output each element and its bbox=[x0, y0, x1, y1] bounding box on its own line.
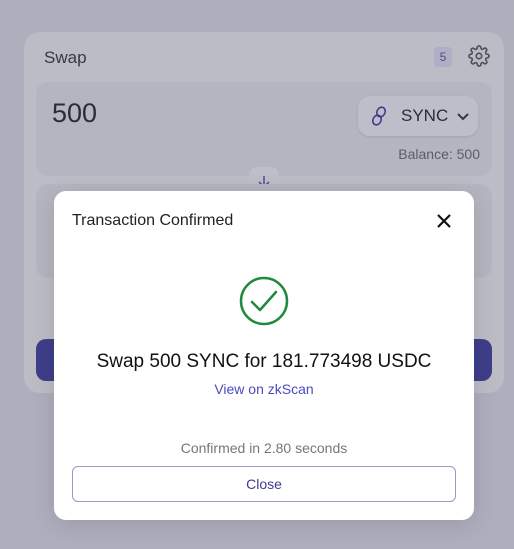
close-button[interactable]: Close bbox=[72, 466, 456, 502]
view-on-zkscan-link[interactable]: View on zkScan bbox=[54, 381, 474, 397]
modal-title: Transaction Confirmed bbox=[72, 212, 234, 229]
swap-summary: Swap 500 SYNC for 181.773498 USDC bbox=[96, 351, 432, 372]
close-icon[interactable] bbox=[434, 211, 454, 231]
transaction-confirmed-modal: Transaction Confirmed Swap 500 SYNC for … bbox=[54, 191, 474, 520]
confirmed-time-text: Confirmed in 2.80 seconds bbox=[180, 440, 348, 456]
check-circle-icon bbox=[239, 276, 289, 326]
